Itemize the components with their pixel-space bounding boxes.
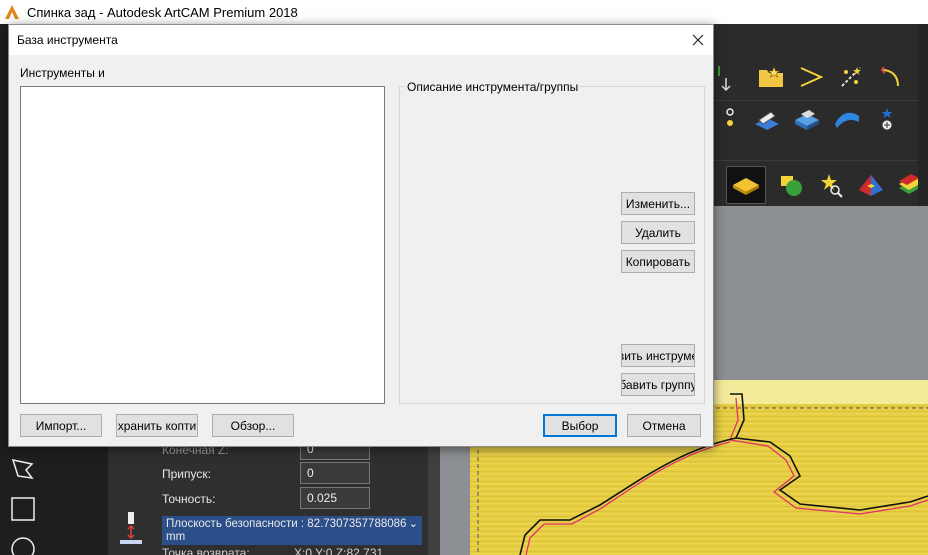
safe-plane-dropdown[interactable]: Плоскость безопасности : 82.730735778808… [162,516,422,545]
relief-block-icon[interactable] [792,104,822,134]
drop-icon[interactable] [718,104,742,134]
edit-surface-icon[interactable] [752,104,782,134]
browse-button[interactable]: Обзор... [212,414,294,437]
star-target-icon[interactable] [872,104,902,134]
tool-tree[interactable] [20,86,385,404]
tool-database-dialog: База инструмента Инструменты и Описание … [8,24,714,447]
cancel-button[interactable]: Отмена [627,414,701,437]
app-titlebar: Спинка зад - Autodesk ArtCAM Premium 201… [0,0,928,24]
ribbon-separator [712,100,928,101]
return-point-label: Точка возврата: [162,546,250,555]
close-icon[interactable] [687,29,709,51]
circle-icon[interactable] [10,536,36,555]
yellow-diamond-icon[interactable] [726,166,766,204]
star-search-icon[interactable] [816,166,846,204]
chevron-vector-icon[interactable] [796,62,826,92]
allowance-input[interactable]: 0 [300,462,370,484]
rectangle-icon[interactable] [10,496,36,522]
app-title: Спинка зад - Autodesk ArtCAM Premium 201… [27,4,298,20]
safe-plane-text: Плоскость безопасности : 82.730735778808… [166,518,407,543]
star-dots-icon[interactable] [836,62,866,92]
pyramid-icon[interactable] [856,166,886,204]
curve-arrow-icon[interactable] [876,62,906,92]
dialog-titlebar[interactable]: База инструмента [9,25,713,55]
return-point-value: X:0 Y:0 Z:82.731 [294,546,384,555]
ribbon-row-2 [718,104,902,134]
tolerance-label: Точность: [162,492,216,506]
save-copy-button[interactable]: хранить копти [116,414,198,437]
safe-z-icon [118,512,144,548]
artcam-logo-icon [3,3,21,21]
import-button[interactable]: Импорт... [20,414,102,437]
add-tool-button[interactable]: вить инструме [621,344,695,367]
folder-star-icon[interactable] [756,62,786,92]
ribbon-row-3 [726,166,926,204]
blue-wave-icon[interactable] [832,104,862,134]
add-group-button[interactable]: бавить группу [621,373,695,396]
shapes-icon[interactable] [776,166,806,204]
delete-button[interactable]: Удалить [621,221,695,244]
down-arrow-icon[interactable] [716,64,732,96]
allowance-label: Припуск: [162,467,211,481]
select-button[interactable]: Выбор [543,414,617,437]
tolerance-input[interactable]: 0.025 [300,487,370,509]
tool-description-legend: Описание инструмента/группы [405,80,581,94]
copy-button[interactable]: Копировать [621,250,695,273]
edit-button[interactable]: Изменить... [621,192,695,215]
chevron-down-icon: ⌄ [408,518,418,530]
tools-label: Инструменты и [20,66,105,80]
ribbon-scroll-edge [918,24,928,206]
polygon-select-icon[interactable] [10,456,36,482]
ribbon-row-1 [756,62,928,92]
dialog-title: База инструмента [17,33,118,47]
ribbon-separator-2 [712,160,928,161]
